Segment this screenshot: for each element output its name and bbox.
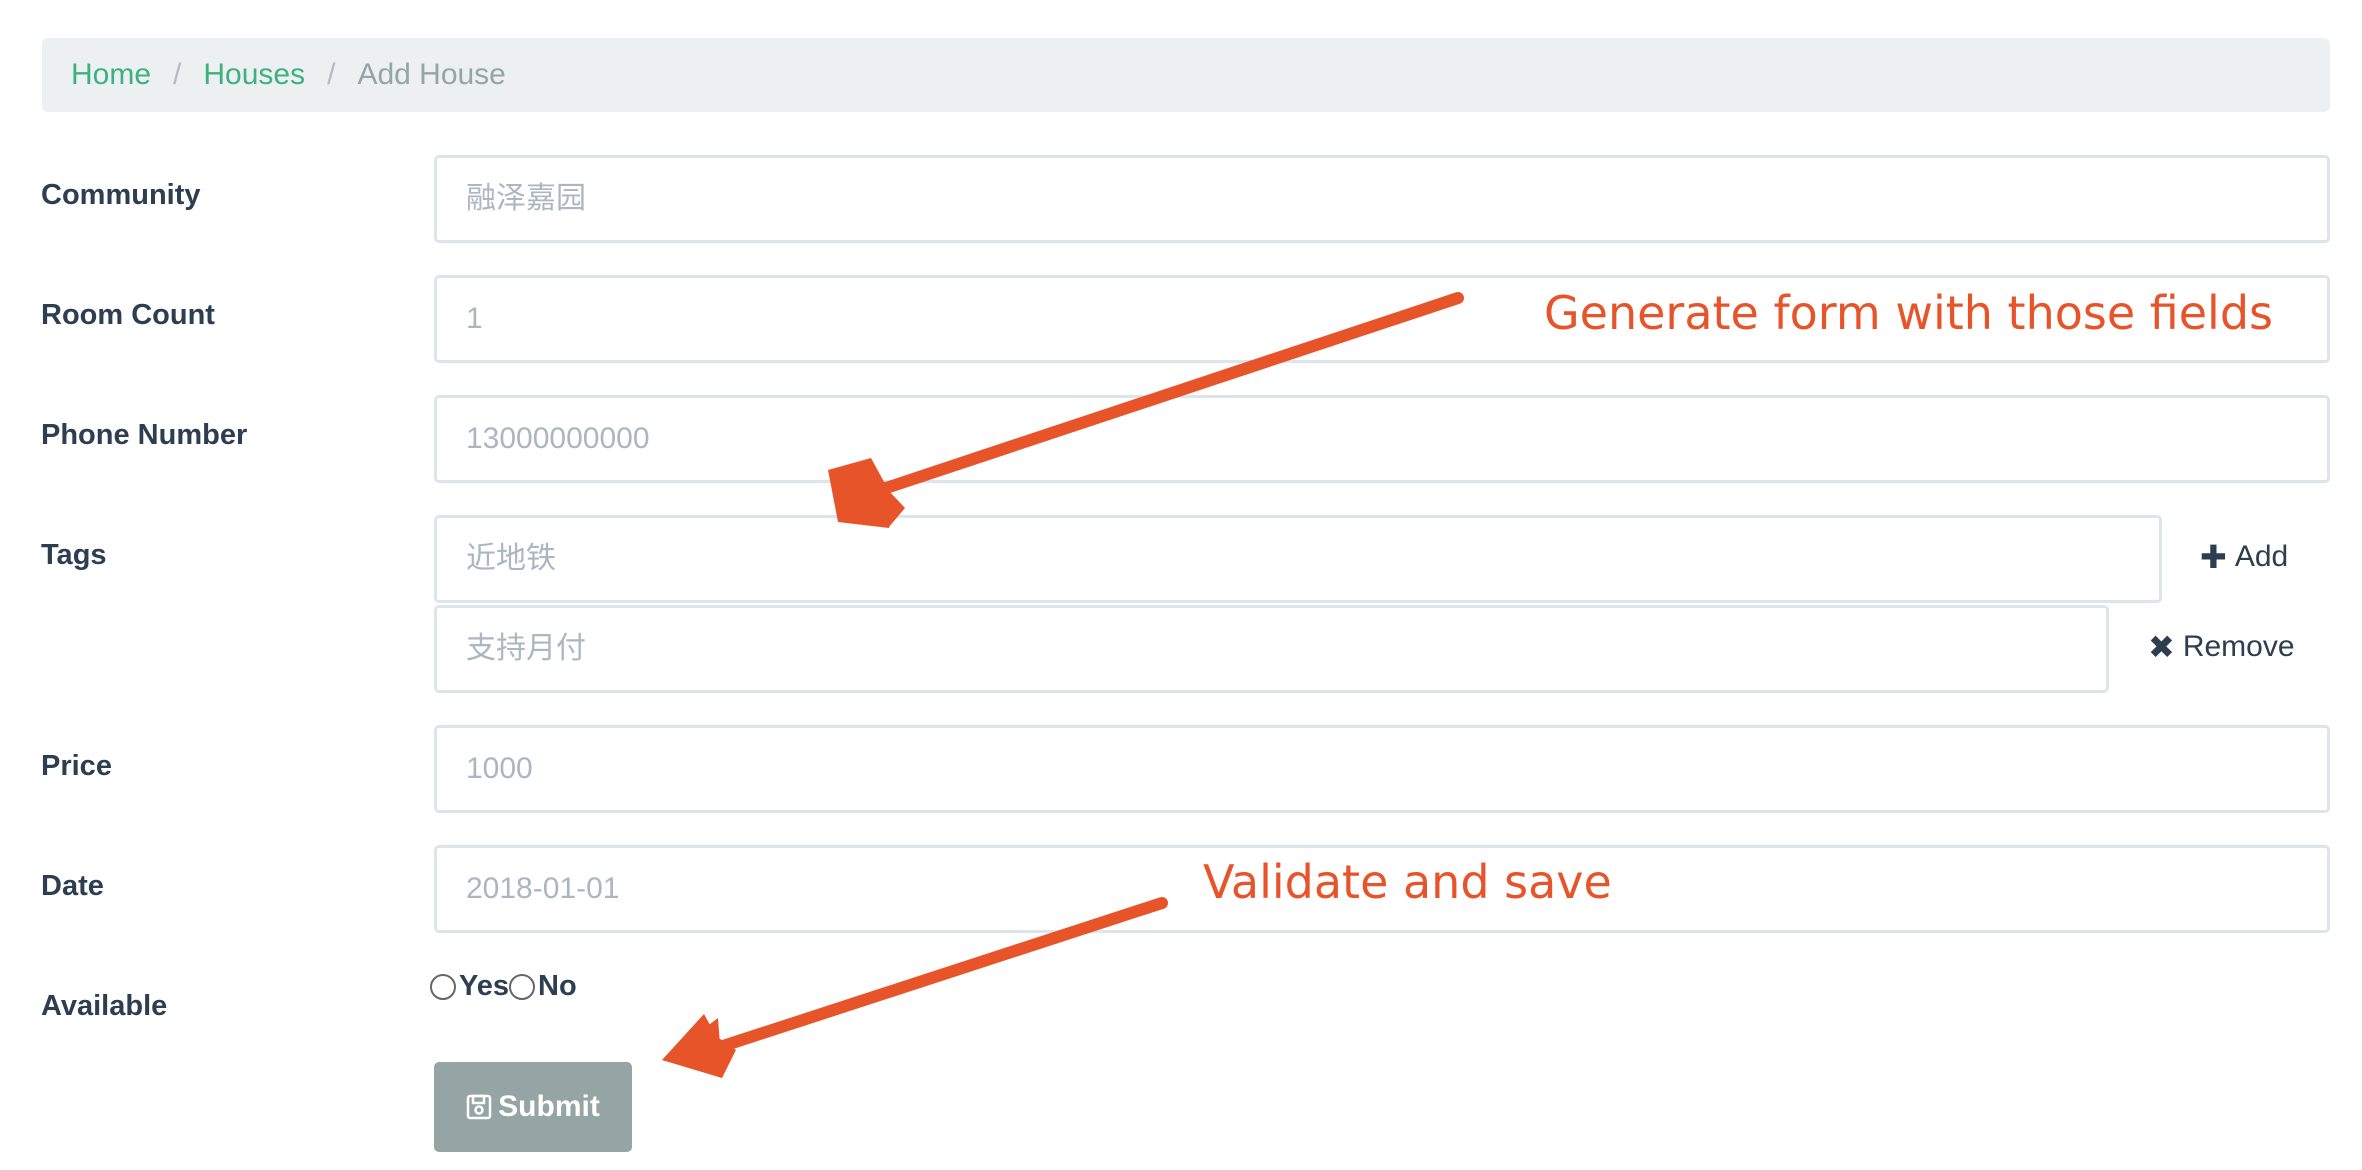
add-tag-label: Add bbox=[2234, 540, 2289, 573]
community-label: Community bbox=[41, 179, 201, 211]
available-yes-option[interactable]: Yes bbox=[430, 970, 509, 1003]
no-radio-label: No bbox=[538, 970, 577, 1002]
phone-number-input[interactable] bbox=[434, 395, 2330, 483]
available-no-option[interactable]: No bbox=[509, 970, 577, 1003]
tag-input-2[interactable] bbox=[434, 605, 2109, 693]
tags-label: Tags bbox=[41, 539, 107, 571]
close-icon: ✖ bbox=[2148, 629, 2175, 665]
submit-button[interactable]: Submit bbox=[434, 1062, 632, 1152]
available-label: Available bbox=[41, 990, 168, 1022]
remove-tag-label: Remove bbox=[2182, 630, 2295, 663]
breadcrumb-separator: / bbox=[327, 58, 336, 91]
breadcrumb-current: Add House bbox=[357, 58, 506, 91]
add-house-page: Home / Houses / Add House Community Room… bbox=[0, 0, 2362, 1170]
phone-number-label: Phone Number bbox=[41, 419, 248, 451]
annotation-generate-text: Generate form with those fields bbox=[1544, 286, 2273, 340]
annotation-validate-text: Validate and save bbox=[1203, 855, 1612, 909]
date-label: Date bbox=[41, 870, 104, 902]
breadcrumb: Home / Houses / Add House bbox=[42, 38, 2330, 112]
available-radio-group: Yes No bbox=[430, 970, 577, 1003]
plus-icon: ✚ bbox=[2200, 539, 2227, 575]
price-input[interactable] bbox=[434, 725, 2330, 813]
remove-tag-button[interactable]: ✖ Remove bbox=[2148, 628, 2295, 666]
save-icon bbox=[466, 1094, 492, 1120]
no-radio[interactable] bbox=[509, 973, 535, 1000]
breadcrumb-houses-link[interactable]: Houses bbox=[203, 58, 305, 92]
tag-input-1[interactable] bbox=[434, 515, 2162, 603]
yes-radio-label: Yes bbox=[459, 970, 509, 1002]
breadcrumb-separator: / bbox=[173, 58, 182, 91]
room-count-label: Room Count bbox=[41, 299, 215, 331]
community-input[interactable] bbox=[434, 155, 2330, 243]
submit-label: Submit bbox=[498, 1090, 600, 1123]
add-tag-button[interactable]: ✚ Add bbox=[2200, 538, 2288, 576]
yes-radio[interactable] bbox=[430, 973, 456, 1000]
breadcrumb-home-link[interactable]: Home bbox=[71, 58, 151, 92]
price-label: Price bbox=[41, 750, 112, 782]
